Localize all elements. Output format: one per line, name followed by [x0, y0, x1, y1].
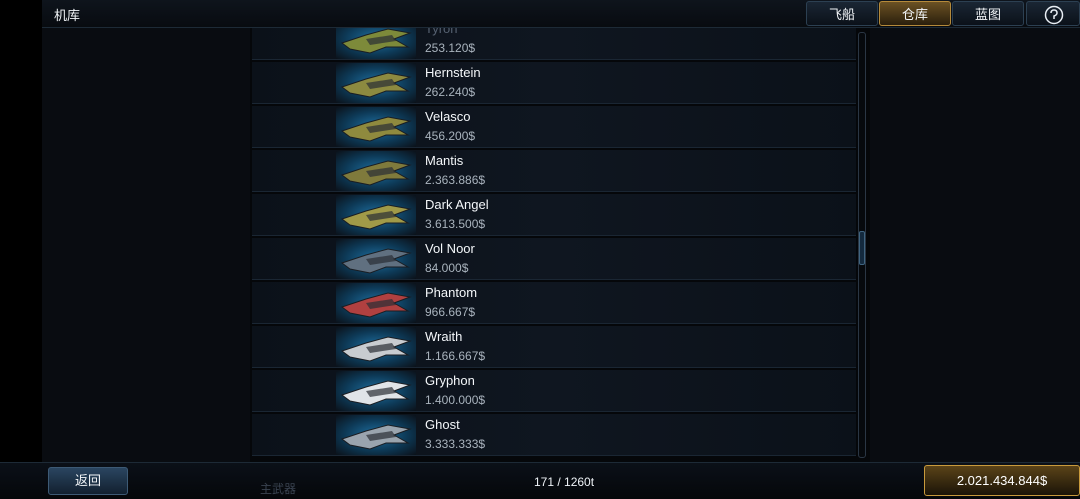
- tab-ships[interactable]: 飞船: [806, 1, 878, 26]
- ship-price: 253.120$: [425, 41, 476, 55]
- left-margin: [0, 0, 42, 498]
- ship-price: 456.200$: [425, 129, 476, 143]
- question-icon: [1044, 5, 1064, 25]
- ship-price: 966.667$: [425, 305, 476, 319]
- ship-thumbnail: [336, 151, 416, 191]
- ship-name: Gryphon: [425, 373, 475, 388]
- ship-thumbnail: [336, 327, 416, 367]
- ship-price: 262.240$: [425, 85, 476, 99]
- ship-list[interactable]: Tyron 253.120$ Hernstein 262.240$ Velasc…: [252, 28, 856, 462]
- credits-display: 2.021.434.844$: [924, 465, 1080, 496]
- ship-price: 3.613.500$: [425, 217, 486, 231]
- ship-row[interactable]: Ghost 3.333.333$: [252, 414, 856, 456]
- ship-row[interactable]: Phantom 966.667$: [252, 282, 856, 324]
- ship-thumbnail: [336, 283, 416, 323]
- tab-blueprints[interactable]: 蓝图: [952, 1, 1024, 26]
- ship-thumbnail: [336, 239, 416, 279]
- ship-thumbnail: [336, 28, 416, 59]
- ship-row[interactable]: Dark Angel 3.613.500$: [252, 194, 856, 236]
- ship-name: Phantom: [425, 285, 478, 300]
- ship-name: Tyron: [425, 28, 458, 36]
- ship-thumbnail: [336, 371, 416, 411]
- right-panel: [870, 28, 1080, 462]
- ship-price: 2.363.886$: [425, 173, 486, 187]
- help-button[interactable]: [1026, 1, 1080, 26]
- scrollbar[interactable]: [858, 32, 866, 458]
- ship-row[interactable]: Wraith 1.166.667$: [252, 326, 856, 368]
- cargo-capacity: 171 / 1260t: [534, 475, 595, 489]
- ship-name: Dark Angel: [425, 197, 489, 212]
- ship-name: Mantis: [425, 153, 464, 168]
- ship-thumbnail: [336, 63, 416, 103]
- back-button[interactable]: 返回: [48, 467, 128, 495]
- tab-storage[interactable]: 仓库: [879, 1, 951, 26]
- ship-row[interactable]: Vol Noor 84.000$: [252, 238, 856, 280]
- ship-price: 3.333.333$: [425, 437, 486, 451]
- ship-thumbnail: [336, 195, 416, 235]
- ship-price: 84.000$: [425, 261, 469, 275]
- ship-price: 1.166.667$: [425, 349, 486, 363]
- ship-name: Wraith: [425, 329, 463, 344]
- ship-row[interactable]: Hernstein 262.240$: [252, 62, 856, 104]
- ship-name: Ghost: [425, 417, 460, 432]
- ship-row[interactable]: Gryphon 1.400.000$: [252, 370, 856, 412]
- ship-row[interactable]: Mantis 2.363.886$: [252, 150, 856, 192]
- left-panel: [42, 28, 250, 462]
- ship-name: Hernstein: [425, 65, 481, 80]
- page-title: 机库: [54, 8, 81, 23]
- ship-price: 1.400.000$: [425, 393, 486, 407]
- ship-name: Vol Noor: [425, 241, 475, 256]
- ship-thumbnail: [336, 107, 416, 147]
- scrollbar-thumb[interactable]: [859, 231, 865, 265]
- ship-name: Velasco: [425, 109, 471, 124]
- faded-label: 主武器: [260, 482, 297, 496]
- ship-row[interactable]: Velasco 456.200$: [252, 106, 856, 148]
- ship-thumbnail: [336, 415, 416, 455]
- ship-row[interactable]: Tyron 253.120$: [252, 28, 856, 60]
